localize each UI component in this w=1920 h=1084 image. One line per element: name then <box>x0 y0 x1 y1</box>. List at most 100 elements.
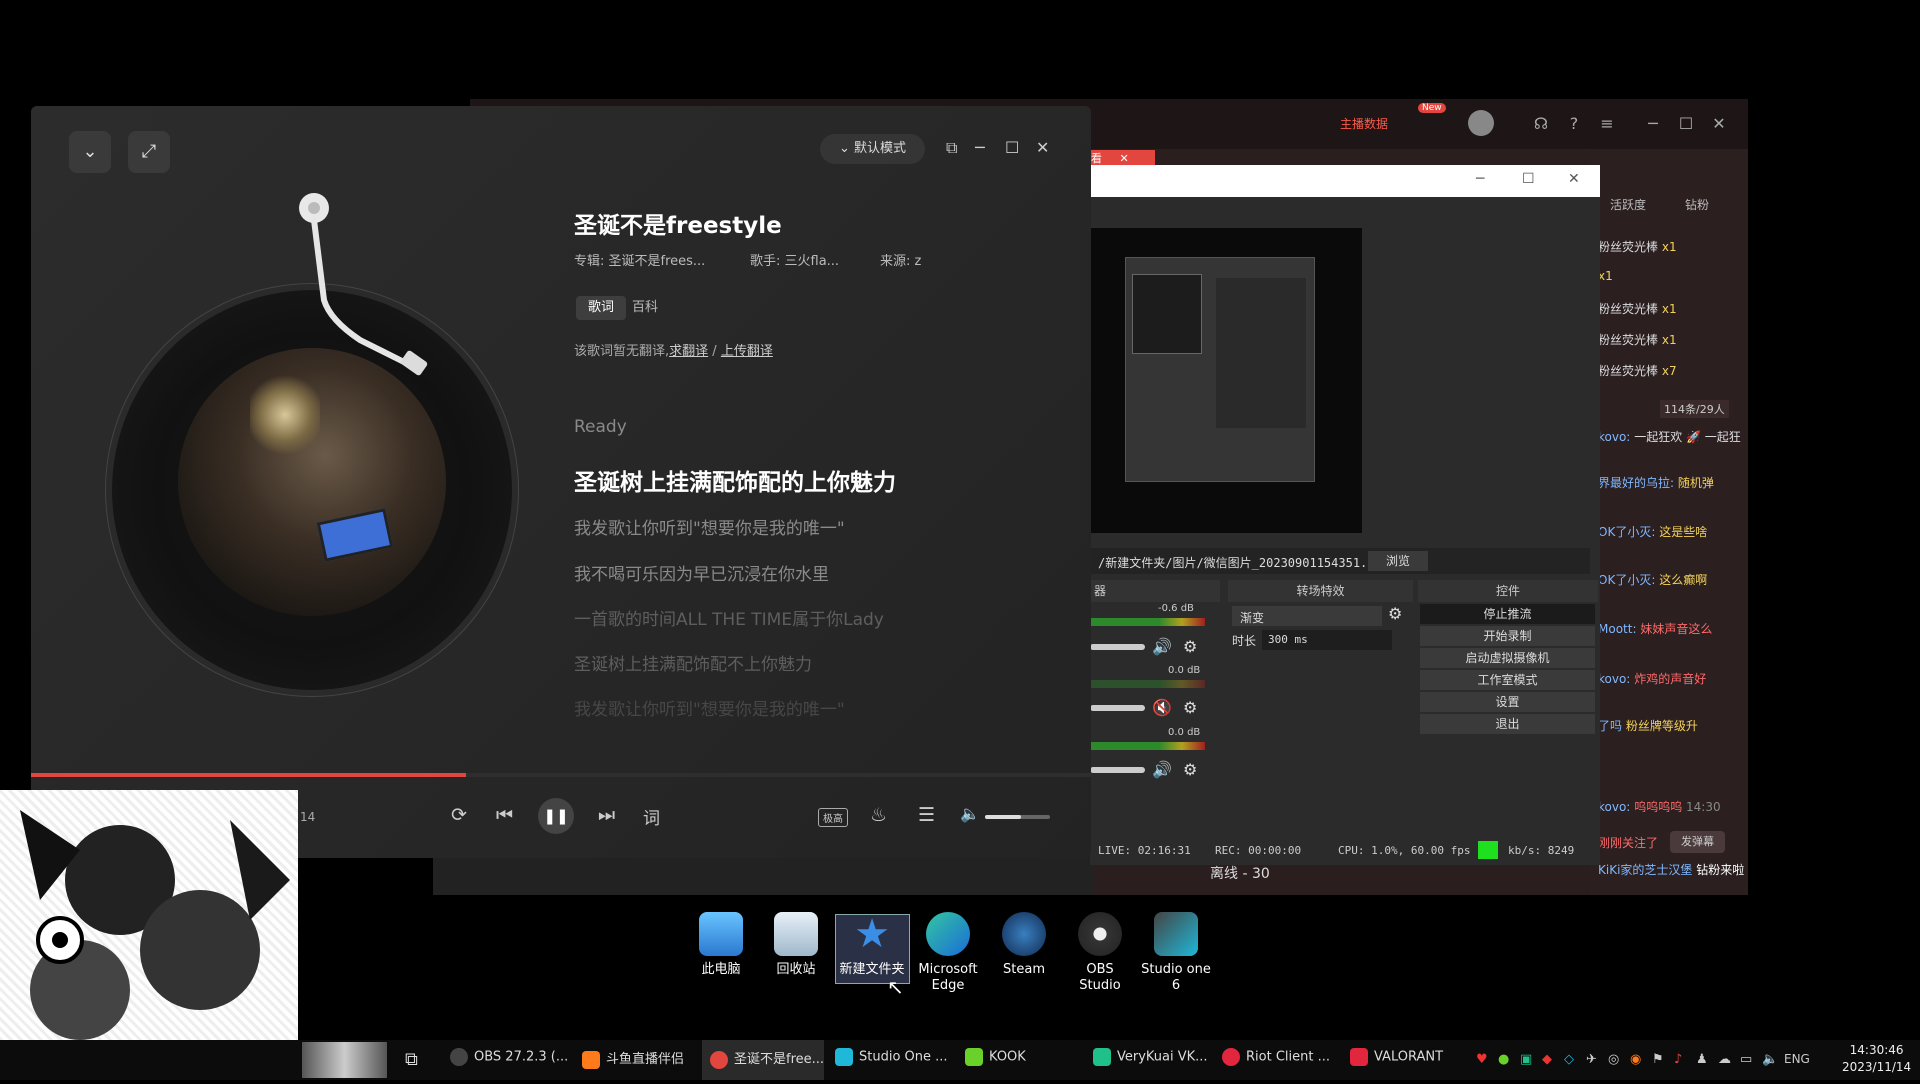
volume-icon[interactable]: 🔈 <box>960 804 980 823</box>
tray-icon[interactable]: ✈ <box>1586 1052 1597 1067</box>
menu-icon[interactable]: ≡ <box>1596 113 1618 135</box>
clock[interactable]: 14:30:46 2023/11/14 <box>1842 1042 1911 1076</box>
muted-speaker-icon[interactable]: 🔇 <box>1152 698 1172 717</box>
studio-one-icon <box>835 1048 853 1066</box>
tray-icon[interactable]: ◉ <box>1630 1052 1641 1067</box>
taskbar-item-valorant[interactable]: VALORANT <box>1350 1048 1443 1066</box>
volume-slider[interactable] <box>1090 644 1145 650</box>
tab-diamond-fans[interactable]: 钻粉 <box>1685 196 1709 213</box>
tab-wiki[interactable]: 百科 <box>632 296 658 320</box>
taskbar-item-music[interactable]: 圣诞不是free... <box>710 1048 824 1069</box>
collapse-button[interactable]: ⌄ <box>69 131 111 173</box>
exit-button[interactable]: 退出 <box>1420 714 1595 734</box>
tray-icon[interactable]: ♥ <box>1476 1052 1488 1067</box>
effects-icon[interactable]: ♨ <box>870 804 887 826</box>
maximize-icon[interactable]: ☐ <box>1005 138 1019 157</box>
taskbar-item-obs[interactable]: OBS 27.2.3 (... <box>450 1048 568 1066</box>
source-link[interactable]: 来源: z <box>880 250 921 269</box>
start-recording-button[interactable]: 开始录制 <box>1420 626 1595 646</box>
tray-icon[interactable]: ◆ <box>1542 1052 1552 1067</box>
lyric-line[interactable]: 我不喝可乐因为早已沉浸在你水里 <box>574 560 829 585</box>
browse-button[interactable]: 浏览 <box>1368 551 1428 571</box>
desktop-icon-this-pc[interactable]: 此电脑 <box>686 912 756 978</box>
minimize-icon[interactable]: ─ <box>1476 171 1484 187</box>
next-icon[interactable]: ⏭ <box>598 804 615 826</box>
volume-slider[interactable] <box>1090 767 1145 773</box>
taskbar-thumbnail[interactable] <box>302 1042 387 1078</box>
viewer-count: 114条/29人 <box>1660 400 1729 418</box>
stop-streaming-button[interactable]: 停止推流 <box>1420 604 1595 624</box>
maximize-icon[interactable]: ☐ <box>1675 113 1697 135</box>
tray-icon[interactable]: ☁ <box>1718 1052 1731 1067</box>
album-link[interactable]: 专辑: 圣诞不是frees... <box>574 250 705 269</box>
desktop-icon-new-folder[interactable]: ★ 新建文件夹 <box>837 912 907 978</box>
taskbar-item-douyu[interactable]: 斗鱼直播伴侣 <box>582 1048 684 1069</box>
studio-mode-button[interactable]: 工作室模式 <box>1420 670 1595 690</box>
lyric-line[interactable]: 一首歌的时间ALL THE TIME属于你Lady <box>574 605 884 630</box>
gear-icon[interactable]: ⚙ <box>1183 637 1197 656</box>
close-icon[interactable]: ✕ <box>1708 113 1730 135</box>
tray-icon[interactable]: ⚑ <box>1652 1052 1664 1067</box>
request-translation-link[interactable]: 求翻译 <box>669 344 708 359</box>
quality-button[interactable]: 极高 <box>818 808 848 827</box>
streamer-data-button[interactable]: 主播数据 <box>1340 115 1388 132</box>
lyric-line-current[interactable]: 圣诞树上挂满配饰配的上你魅力 <box>574 463 896 497</box>
lyric-line[interactable]: Ready <box>574 417 627 437</box>
tray-icon[interactable]: ▣ <box>1520 1052 1532 1067</box>
gear-icon[interactable]: ⚙ <box>1183 698 1197 717</box>
duration-input[interactable]: 300 ms <box>1262 630 1392 650</box>
gear-icon[interactable]: ⚙ <box>1388 604 1402 623</box>
minimize-icon[interactable]: ─ <box>975 138 985 157</box>
volume-slider[interactable] <box>1090 705 1145 711</box>
tab-lyrics[interactable]: 歌词 <box>576 296 626 320</box>
desktop-icon-studio-one[interactable]: Studio one 6 <box>1141 912 1211 994</box>
fullscreen-button[interactable]: ⤢ <box>128 131 170 173</box>
tray-icon[interactable]: ♟ <box>1696 1052 1708 1067</box>
taskbar-item-riot[interactable]: Riot Client ... <box>1222 1048 1330 1066</box>
desktop-icon-recycle-bin[interactable]: 回收站 <box>761 912 831 978</box>
pause-button[interactable]: ❚❚ <box>538 798 574 834</box>
avatar[interactable] <box>1468 110 1494 136</box>
task-view-icon[interactable]: ⧉ <box>405 1049 418 1070</box>
headset-icon[interactable]: ☊ <box>1530 113 1552 135</box>
tray-icon[interactable]: ♪ <box>1674 1052 1682 1067</box>
volume-icon[interactable]: 🔈 <box>1762 1052 1778 1067</box>
desktop-icon-steam[interactable]: Steam <box>989 912 1059 978</box>
language-indicator[interactable]: ENG <box>1784 1052 1810 1066</box>
db-readout: -0.6 dB <box>1158 603 1194 614</box>
taskbar-item-kook[interactable]: KOOK <box>965 1048 1026 1066</box>
taskbar-item-verykuai[interactable]: VeryKuai VK... <box>1093 1048 1208 1066</box>
lyrics-toggle-button[interactable]: 词 <box>643 804 660 829</box>
desktop-icon-obs[interactable]: OBS Studio <box>1065 912 1135 994</box>
transition-select[interactable]: 渐变 <box>1232 606 1382 626</box>
desktop-icon-edge[interactable]: Microsoft Edge <box>913 912 983 994</box>
send-danmaku-button[interactable]: 发弹幕 <box>1670 831 1725 853</box>
riot-icon <box>1222 1048 1240 1066</box>
tray-icon[interactable]: ◇ <box>1564 1052 1574 1067</box>
network-icon[interactable]: ▭ <box>1740 1052 1752 1067</box>
mini-mode-icon[interactable]: ⧉ <box>946 138 957 158</box>
playlist-icon[interactable]: ☰ <box>918 804 935 826</box>
help-icon[interactable]: ? <box>1563 113 1585 135</box>
gear-icon[interactable]: ⚙ <box>1183 760 1197 779</box>
maximize-icon[interactable]: ☐ <box>1522 171 1535 187</box>
loop-icon[interactable]: ⟳ <box>451 804 467 826</box>
tab-activity[interactable]: 活跃度 <box>1610 196 1646 213</box>
upload-translation-link[interactable]: 上传翻译 <box>721 344 773 359</box>
start-virtual-camera-button[interactable]: 启动虚拟摄像机 <box>1420 648 1595 668</box>
close-icon[interactable]: ✕ <box>1568 171 1580 187</box>
settings-button[interactable]: 设置 <box>1420 692 1595 712</box>
minimize-icon[interactable]: ─ <box>1642 113 1664 135</box>
close-icon[interactable]: ✕ <box>1036 138 1049 157</box>
lyric-line[interactable]: 我发歌让你听到"想要你是我的唯一" <box>574 514 845 539</box>
taskbar-item-studio-one[interactable]: Studio One ... <box>835 1048 948 1066</box>
speaker-icon[interactable]: 🔊 <box>1152 637 1172 656</box>
tray-icon[interactable]: ● <box>1498 1052 1509 1067</box>
mode-dropdown[interactable]: ⌄ 默认模式 <box>820 134 925 164</box>
artist-link[interactable]: 歌手: 三火fla... <box>750 250 839 269</box>
previous-icon[interactable]: ⏮ <box>496 804 513 826</box>
tray-icon[interactable]: ◎ <box>1608 1052 1619 1067</box>
speaker-icon[interactable]: 🔊 <box>1152 760 1172 779</box>
lyric-line[interactable]: 我发歌让你听到"想要你是我的唯一" <box>574 695 845 720</box>
lyric-line[interactable]: 圣诞树上挂满配饰配不上你魅力 <box>574 650 812 675</box>
